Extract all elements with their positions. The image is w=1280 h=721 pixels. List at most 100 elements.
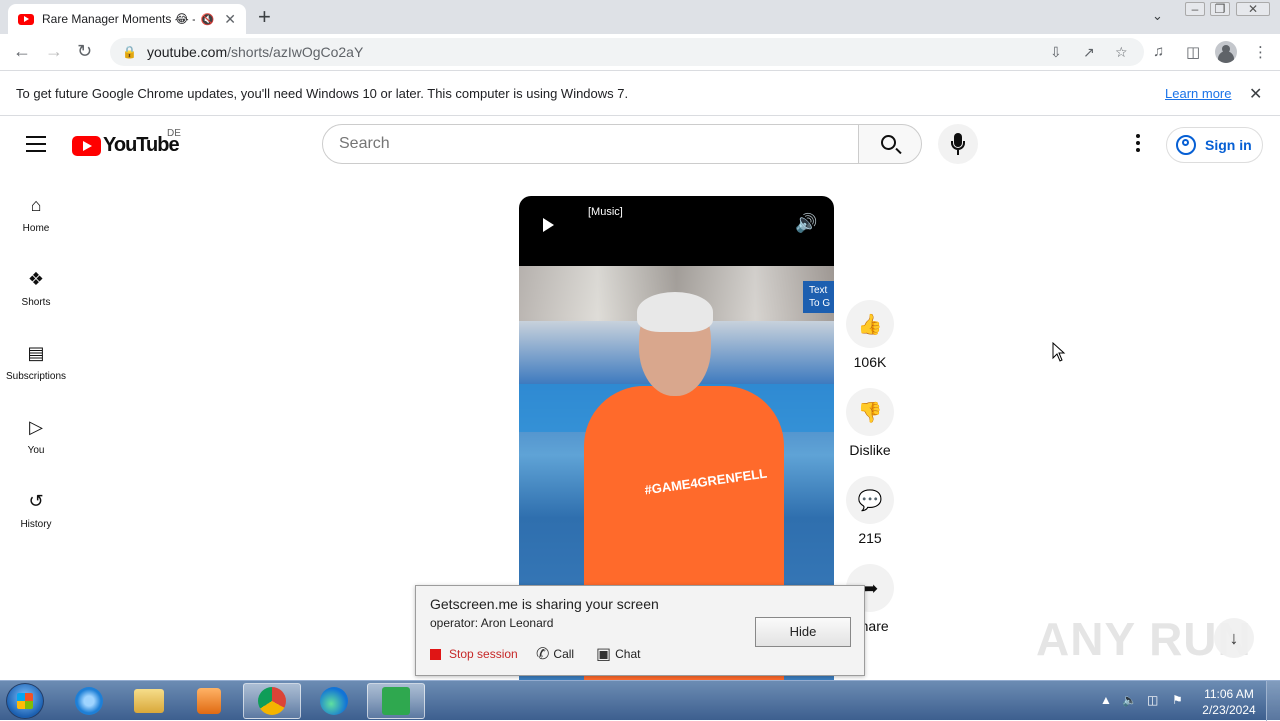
guide-item-home[interactable]: ⌂ Home — [0, 193, 72, 253]
settings-more-icon[interactable] — [1128, 134, 1148, 154]
clock-date: 2/23/2024 — [1202, 703, 1256, 717]
tab-title: Rare Manager Moments 😂 - — [42, 12, 195, 26]
thumbs-up-icon: 👍 — [857, 313, 883, 336]
windows-taskbar: ▲ 🔈 ◫ ⚑ 11:06 AM 2/23/2024 — [0, 680, 1280, 721]
guide-item-you[interactable]: ▷ You — [0, 415, 72, 475]
browser-toolbar: ← → ↻ 🔒 youtube.com/shorts/azIwOgCo2aY ⇩… — [0, 34, 1280, 71]
guide-item-label: History — [20, 519, 52, 530]
search-icon — [881, 135, 896, 150]
phone-icon: ✆ — [536, 646, 550, 663]
tray-expand-icon[interactable]: ▲ — [1100, 693, 1112, 707]
stop-session-button[interactable]: Stop session — [430, 647, 518, 661]
comment-icon: 💬 — [857, 489, 883, 512]
broadcast-overlay: Text To G — [803, 281, 834, 313]
search-input[interactable] — [322, 124, 859, 164]
browser-tab[interactable]: Rare Manager Moments 😂 - 🔇 ✕ — [8, 4, 246, 34]
show-desktop-button[interactable] — [1266, 681, 1280, 721]
chat-button[interactable]: ▣ Chat — [596, 644, 640, 664]
play-icon[interactable] — [543, 218, 554, 232]
guide-item-history[interactable]: ↺ History — [0, 489, 72, 549]
browser-tab-strip: Rare Manager Moments 😂 - 🔇 ✕ + ⌄ – ❐ ✕ — [0, 0, 1280, 34]
side-panel-icon[interactable]: ◫ — [1186, 43, 1200, 61]
guide-item-shorts[interactable]: ❖ Shorts — [0, 267, 72, 327]
voice-search-button[interactable] — [938, 124, 978, 164]
start-button[interactable] — [6, 683, 44, 719]
guide-item-subscriptions[interactable]: ▤ Subscriptions — [0, 341, 72, 401]
overlay-text-1: Text — [809, 285, 828, 296]
url-host: youtube.com — [146, 44, 228, 60]
call-label: Call — [553, 647, 575, 661]
taskbar-getscreen[interactable] — [367, 683, 425, 719]
tab-audio-icon[interactable]: 🔇 — [201, 13, 215, 26]
restore-window-icon[interactable]: ❐ — [1210, 2, 1230, 16]
hide-button[interactable]: Hide — [755, 617, 851, 647]
install-app-icon[interactable]: ⇩ — [1050, 44, 1062, 61]
new-tab-button[interactable]: + — [258, 6, 271, 28]
sign-in-button[interactable]: Sign in — [1166, 127, 1263, 163]
minimize-window-icon[interactable]: – — [1185, 2, 1205, 16]
taskbar-file-explorer[interactable] — [120, 683, 178, 719]
account-circle-icon — [1176, 135, 1196, 155]
guide-item-label: Home — [22, 223, 50, 234]
speaker-icon[interactable]: 🔈 — [1122, 693, 1137, 707]
youtube-play-logo-icon — [72, 135, 101, 156]
edge-icon — [320, 687, 348, 715]
chat-bubble-icon: ▣ — [596, 646, 612, 663]
folder-icon — [134, 689, 164, 713]
tab-close-icon[interactable]: ✕ — [224, 11, 236, 28]
overlay-text-2: To G — [809, 298, 831, 309]
youtube-header: YouTube DE Sign in — [0, 117, 1280, 173]
you-icon: ▷ — [29, 417, 43, 437]
forward-arrow-icon[interactable]: → — [45, 41, 63, 61]
sign-in-label: Sign in — [1205, 137, 1252, 153]
getscreen-arrow-icon — [382, 687, 410, 715]
close-window-icon[interactable]: ✕ — [1236, 2, 1270, 16]
taskbar-chrome[interactable] — [243, 683, 301, 719]
sharing-title: Getscreen.me is sharing your screen — [430, 596, 659, 612]
internet-explorer-icon — [75, 687, 103, 715]
network-icon[interactable]: ◫ — [1147, 693, 1158, 707]
chrome-menu-icon[interactable]: ⋮ — [1253, 43, 1268, 61]
system-clock[interactable]: 11:06 AM 2/23/2024 — [1196, 686, 1262, 718]
country-code: DE — [167, 128, 181, 139]
taskbar-edge[interactable] — [305, 683, 363, 719]
infobar-close-icon[interactable]: ✕ — [1249, 84, 1262, 104]
operator-name: operator: Aron Leonard — [430, 616, 554, 630]
dislike-action: 👎 Dislike — [846, 388, 894, 458]
like-action: 👍 106K — [846, 300, 894, 370]
screen-sharing-popup: Getscreen.me is sharing your screen oper… — [415, 585, 865, 676]
call-button[interactable]: ✆ Call — [536, 644, 574, 664]
url-path: /shorts/azIwOgCo2aY — [227, 44, 364, 60]
back-arrow-icon[interactable]: ← — [13, 41, 31, 61]
stop-icon — [430, 648, 441, 660]
dislike-button[interactable]: 👎 — [846, 388, 894, 436]
lock-icon[interactable]: 🔒 — [122, 45, 137, 59]
guide-menu-icon[interactable] — [26, 136, 46, 152]
youtube-favicon-icon — [18, 13, 34, 25]
like-button[interactable]: 👍 — [846, 300, 894, 348]
reload-icon[interactable]: ↻ — [77, 41, 92, 61]
history-icon: ↺ — [28, 491, 44, 511]
profile-avatar-icon[interactable] — [1215, 41, 1237, 63]
media-controls-icon[interactable]: ♫ — [1153, 43, 1164, 60]
bookmark-star-icon[interactable]: ☆ — [1115, 44, 1128, 61]
infobar-message: To get future Google Chrome updates, you… — [16, 86, 629, 101]
search-button[interactable] — [858, 124, 922, 164]
shorts-icon: ❖ — [27, 269, 45, 289]
update-infobar: To get future Google Chrome updates, you… — [0, 72, 1280, 116]
youtube-logo[interactable]: YouTube DE — [72, 128, 181, 157]
comments-button[interactable]: 💬 — [846, 476, 894, 524]
taskbar-internet-explorer[interactable] — [60, 683, 118, 719]
address-bar[interactable]: 🔒 youtube.com/shorts/azIwOgCo2aY — [110, 38, 1144, 66]
chat-label: Chat — [615, 647, 641, 661]
chrome-icon — [258, 687, 286, 715]
learn-more-link[interactable]: Learn more — [1165, 86, 1231, 101]
tab-search-chevron-icon[interactable]: ⌄ — [1152, 8, 1163, 24]
comment-count: 215 — [858, 530, 882, 546]
taskbar-media-player[interactable] — [180, 683, 238, 719]
volume-icon[interactable]: 🔊 — [795, 213, 817, 234]
mouse-cursor-icon — [1052, 342, 1066, 362]
share-icon[interactable]: ↗ — [1083, 44, 1095, 61]
action-center-flag-icon[interactable]: ⚑ — [1172, 693, 1183, 707]
scroll-down-arrow-icon[interactable]: ↓ — [1214, 618, 1254, 658]
